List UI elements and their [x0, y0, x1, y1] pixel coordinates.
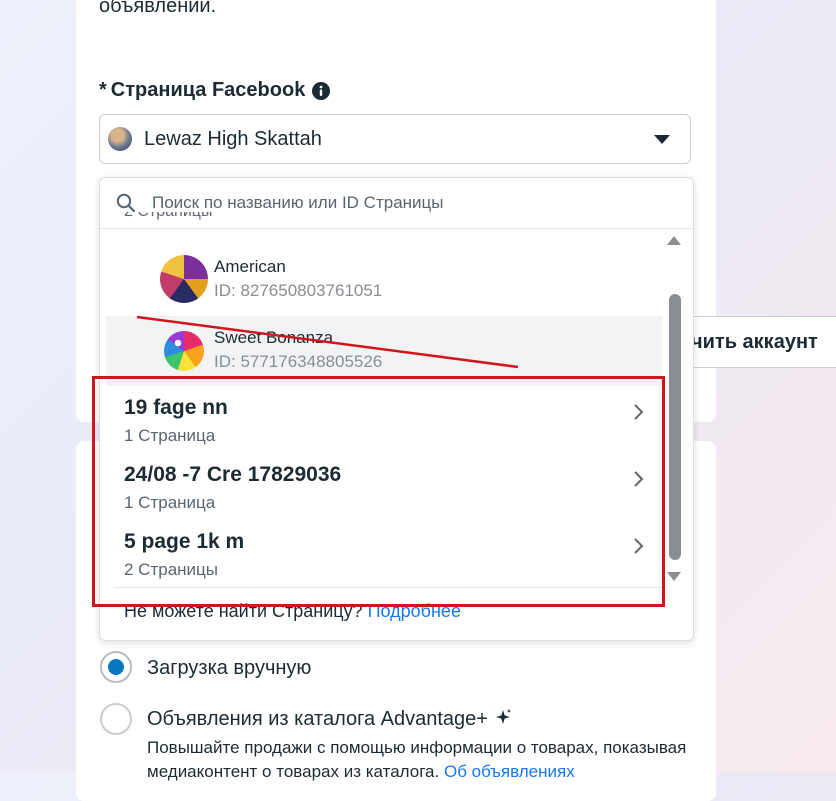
catalog-ads-learn-link[interactable]: Об объявлениях: [444, 762, 575, 781]
catalog-ads-radio[interactable]: [100, 703, 132, 735]
sparkle-icon: [495, 709, 511, 724]
catalog-ads-description-text: Повышайте продажи с помощью информации о…: [147, 738, 687, 781]
manual-upload-label: Загрузка вручную: [147, 657, 312, 679]
catalog-ads-description: Повышайте продажи с помощью информации о…: [147, 736, 707, 784]
manual-upload-radio[interactable]: [100, 651, 132, 683]
catalog-ads-label: Объявления из каталога Advantage+: [147, 708, 488, 730]
catalog-ads-option: Объявления из каталога Advantage+: [147, 708, 512, 731]
